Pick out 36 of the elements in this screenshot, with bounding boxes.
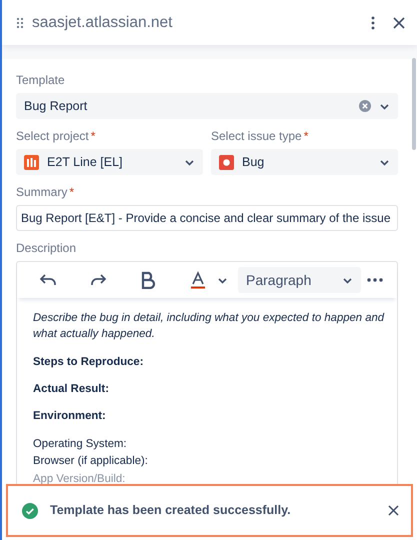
field-label: Select project * — [16, 128, 96, 145]
clear-icon[interactable] — [359, 100, 371, 112]
project-icon — [24, 154, 39, 170]
bug-icon — [219, 154, 234, 170]
text-line: App Version/Build: — [33, 472, 126, 486]
drag-handle-icon[interactable] — [16, 16, 24, 28]
more-icon[interactable] — [367, 278, 383, 282]
section-heading: Steps to Reproduce: — [33, 354, 144, 370]
chevron-down-icon — [184, 158, 195, 166]
chevron-down-icon — [342, 276, 353, 284]
text-color-icon[interactable] — [189, 271, 207, 289]
toast-message: Template has been created successfully. — [50, 502, 292, 520]
close-icon[interactable] — [393, 16, 405, 28]
section-heading: Actual Result: — [33, 382, 110, 397]
field-label: Description — [16, 240, 78, 257]
text-line: Browser (if applicable): — [33, 454, 149, 470]
paragraph: Describe the bug in detail, including what you expected to happen and what actually happened. — [33, 311, 386, 342]
window-title: saasjet.atlassian.net — [32, 12, 174, 33]
chevron-down-icon[interactable] — [217, 276, 228, 284]
issue-type-select[interactable]: Bug — [211, 149, 398, 175]
chevron-down-icon — [379, 102, 390, 110]
field-label: Template — [16, 72, 66, 89]
summary-field[interactable]: Bug Report [E&T] - Provide a concise and clear summary of the issue — [16, 205, 398, 231]
bold-icon[interactable] — [139, 271, 157, 289]
text-line: Operating System: — [33, 436, 128, 452]
field-label: Summary * — [16, 184, 76, 201]
field-label: Select issue type * — [211, 128, 310, 145]
success-icon — [22, 502, 38, 518]
template-select[interactable]: Bug Report — [16, 93, 398, 119]
chevron-down-icon — [379, 158, 390, 166]
more-icon[interactable] — [371, 16, 375, 30]
section-heading: Environment: — [33, 409, 107, 424]
scrollbar[interactable] — [412, 58, 416, 150]
project-select[interactable]: E2T Line [EL] — [16, 149, 203, 175]
format-dropdown[interactable]: Paragraph — [238, 267, 361, 293]
close-icon[interactable] — [388, 505, 399, 516]
